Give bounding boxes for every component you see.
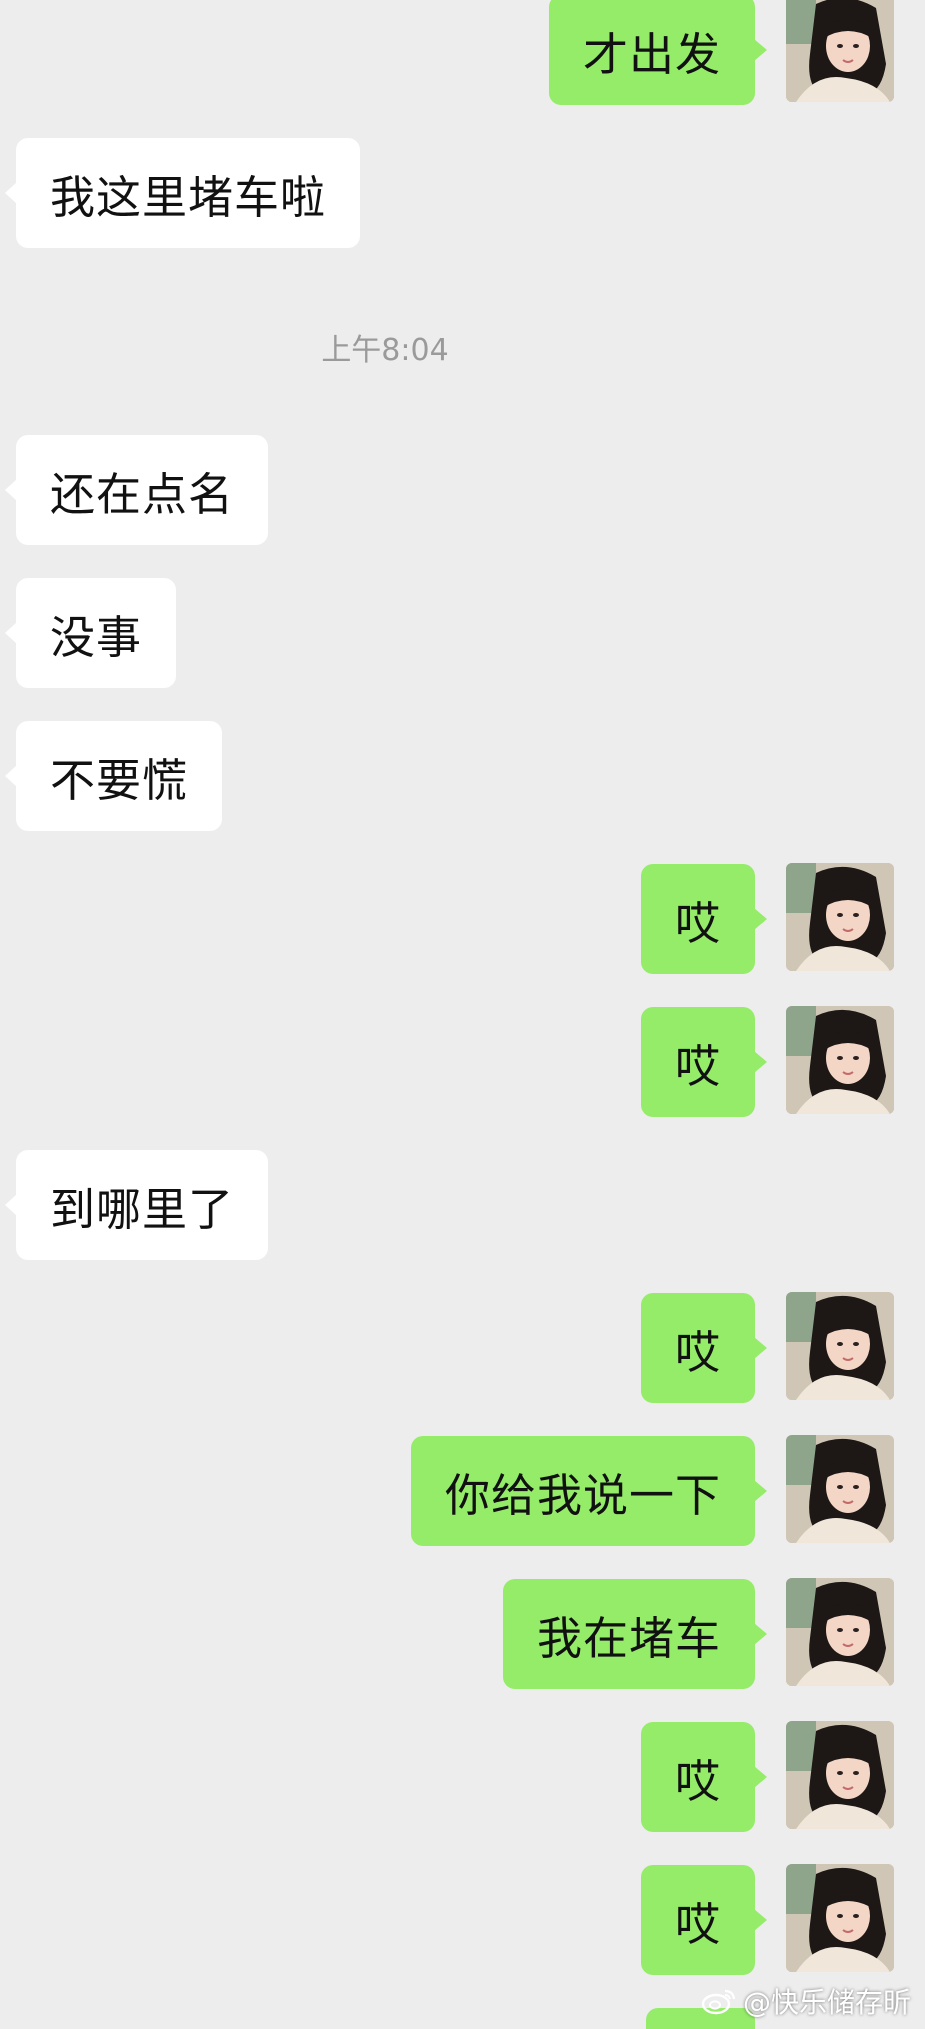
incoming-message-bubble[interactable]: 到哪里了	[4, 1150, 269, 1260]
outgoing-message-bubble[interactable]: 哎	[640, 1722, 768, 1832]
chat-screen: 才出发 我这里堵车啦 上午8:04 还在点名 没事 不要慌 哎 哎 到哪里了 哎…	[0, 0, 925, 2029]
user-avatar[interactable]	[786, 1435, 894, 1543]
weibo-icon	[701, 1989, 736, 2015]
avatar-photo	[786, 1006, 894, 1114]
avatar-photo	[786, 1578, 894, 1686]
message-text: 哎	[674, 896, 721, 950]
outgoing-message-bubble[interactable]: 哎	[640, 1293, 768, 1403]
outgoing-message-bubble[interactable]: 哎	[640, 1007, 768, 1117]
incoming-message-bubble[interactable]: 不要慌	[4, 721, 223, 831]
user-avatar[interactable]	[786, 1578, 894, 1686]
incoming-message-bubble[interactable]: 还在点名	[4, 435, 269, 545]
outgoing-message-bubble[interactable]: 哎	[640, 1865, 768, 1975]
message-text: 哎	[674, 1325, 721, 1379]
chat-timestamp: 上午8:04	[321, 333, 449, 368]
message-text: 还在点名	[50, 467, 235, 521]
avatar-photo	[786, 863, 894, 971]
message-text: 我这里堵车啦	[50, 170, 327, 224]
avatar-photo	[786, 1292, 894, 1400]
user-avatar[interactable]	[786, 1292, 894, 1400]
message-text: 你给我说一下	[444, 1468, 721, 1522]
user-avatar[interactable]	[786, 0, 894, 102]
message-text: 不要慌	[50, 753, 189, 807]
incoming-message-bubble[interactable]: 我这里堵车啦	[4, 138, 361, 248]
user-avatar[interactable]	[786, 1006, 894, 1114]
user-avatar[interactable]	[786, 863, 894, 971]
watermark-text: @快乐储存昕	[742, 1986, 911, 2019]
user-avatar[interactable]	[786, 1864, 894, 1972]
message-text: 我在堵车	[536, 1611, 721, 1665]
avatar-photo	[786, 1435, 894, 1543]
outgoing-message-bubble[interactable]: 哎	[640, 864, 768, 974]
user-avatar[interactable]	[786, 1721, 894, 1829]
outgoing-message-bubble[interactable]: 你给我说一下	[410, 1436, 768, 1546]
message-text: 哎	[674, 1754, 721, 1808]
watermark: @快乐储存昕	[701, 1981, 911, 2021]
message-text: 哎	[674, 1039, 721, 1093]
incoming-message-bubble[interactable]: 没事	[4, 578, 177, 688]
message-text: 到哪里了	[50, 1182, 235, 1236]
outgoing-message-bubble[interactable]: 才出发	[548, 0, 768, 105]
message-text: 才出发	[582, 27, 721, 81]
message-text: 哎	[674, 1897, 721, 1951]
avatar-photo	[786, 1864, 894, 1972]
avatar-photo	[786, 1721, 894, 1829]
outgoing-message-bubble[interactable]: 我在堵车	[502, 1579, 768, 1689]
avatar-photo	[786, 0, 894, 102]
message-text: 没事	[50, 610, 143, 664]
